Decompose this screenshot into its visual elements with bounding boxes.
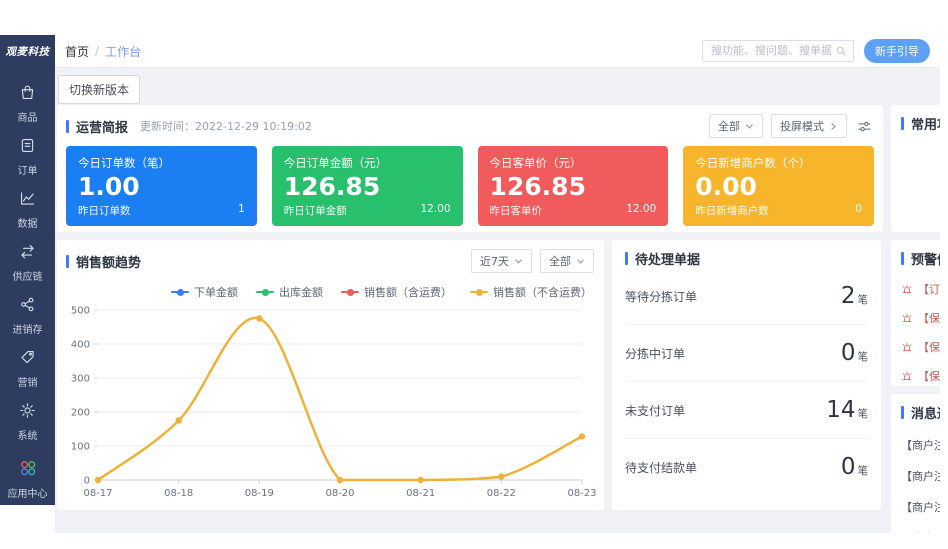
tune-filter-button[interactable] [855, 117, 874, 136]
tag-icon [18, 348, 37, 371]
chevron-right-icon [829, 122, 838, 131]
briefing-scope-select[interactable]: 全部 [709, 114, 763, 138]
sidebar-item-marketing[interactable]: 营销 [0, 348, 55, 401]
quick-functions-panel: 常用功能 [891, 105, 940, 232]
notice-item[interactable]: 【商户注册】 [901, 499, 940, 515]
briefing-panel: 运营简报 更新时间： 2022-12-29 10:19:02 全部 投屏模式 [57, 105, 883, 232]
svg-text:08-20: 08-20 [325, 488, 354, 499]
brand-logo: 观麦科技 [0, 35, 55, 68]
svg-text:08-18: 08-18 [164, 488, 193, 499]
topbar: 首页 / 工作台 新手引导 [55, 35, 940, 68]
pending-row-sorting[interactable]: 分拣中订单 0笔 [625, 325, 868, 382]
trend-range-select[interactable]: 近7天 [471, 249, 532, 273]
alert-item[interactable]: 【保质期 [901, 368, 940, 384]
sidebar-item-goods[interactable]: 商品 [0, 83, 55, 136]
svg-text:100: 100 [71, 442, 90, 453]
svg-text:08-22: 08-22 [487, 488, 516, 499]
pending-row-settlement[interactable]: 待支付结款单 0笔 [625, 439, 868, 495]
sidebar-item-orders[interactable]: 订单 [0, 136, 55, 189]
chevron-down-icon [576, 257, 585, 266]
sidebar-item-app-center[interactable]: 应用中心 [0, 458, 55, 500]
legend-item[interactable]: 销售额（含运费） [341, 284, 452, 300]
kpi-card-order-amount[interactable]: 今日订单金额（元） 126.85 昨日订单金额12.00 [272, 146, 463, 226]
chevron-down-icon [745, 122, 754, 131]
main-content: 切换新版本 运营简报 更新时间： 2022-12-29 10:19:02 全部 … [55, 68, 940, 533]
svg-text:08-17: 08-17 [83, 488, 112, 499]
sliders-icon [857, 119, 872, 134]
sidebar: 观麦科技 商品 订单 数据 供应链 进销存 [0, 35, 55, 505]
sidebar-nav: 商品 订单 数据 供应链 进销存 营销 [0, 83, 55, 454]
alarm-icon [901, 341, 913, 353]
notice-item[interactable]: 【商户注册】 [901, 530, 940, 533]
alert-item[interactable]: 【订单】 [901, 281, 940, 297]
notices-panel: 消息通知 【商户注册】 【商户注册】 【商户注册】 【商户注册】 [891, 394, 940, 533]
alarm-icon [901, 370, 913, 382]
notice-item[interactable]: 【商户注册】 [901, 437, 940, 453]
legend-marker-icon [256, 291, 274, 293]
notice-item[interactable]: 【商户注册】 [901, 468, 940, 484]
alarm-icon [901, 283, 913, 295]
notices-title: 消息通知 [901, 403, 940, 422]
briefing-title: 运营简报 [66, 117, 128, 136]
legend-item[interactable]: 销售额（不含运费） [470, 284, 592, 300]
sidebar-item-inventory[interactable]: 进销存 [0, 295, 55, 348]
topbar-right: 新手引导 [702, 39, 930, 63]
chevron-down-icon [514, 257, 523, 266]
chart-icon [18, 189, 37, 212]
svg-text:300: 300 [71, 374, 90, 385]
global-search[interactable] [702, 40, 854, 62]
alerts-panel: 预警信息 【订单】 【保质期 【保质期 【保质期 [891, 240, 940, 386]
bag-icon [18, 83, 37, 106]
pending-row-unpaid[interactable]: 未支付订单 14笔 [625, 382, 868, 439]
alert-item[interactable]: 【保质期 [901, 339, 940, 355]
update-time-label: 更新时间： [140, 118, 195, 134]
pending-title: 待处理单据 [625, 249, 868, 268]
svg-text:0: 0 [84, 476, 90, 487]
breadcrumb-separator: / [95, 44, 99, 58]
svg-text:08-21: 08-21 [406, 488, 435, 499]
app-center-icon [18, 458, 38, 482]
sales-trend-panel: 销售额趋势 近7天 全部 下单金额 出库金额 销售额（含运费） 销售额（不含运费） 0… [57, 240, 604, 510]
update-time-value: 2022-12-29 10:19:02 [195, 120, 312, 133]
breadcrumb-home[interactable]: 首页 [65, 43, 89, 60]
legend-item[interactable]: 出库金额 [256, 284, 323, 300]
svg-text:08-19: 08-19 [245, 488, 274, 499]
alarm-icon [901, 312, 913, 324]
sidebar-item-supply-chain[interactable]: 供应链 [0, 242, 55, 295]
cast-mode-button[interactable]: 投屏模式 [771, 114, 847, 138]
trend-scope-select[interactable]: 全部 [540, 249, 594, 273]
share-nodes-icon [18, 295, 37, 318]
pending-row-waiting-sort[interactable]: 等待分拣订单 2笔 [625, 268, 868, 325]
svg-text:08-23: 08-23 [567, 488, 596, 499]
search-input[interactable] [709, 44, 835, 58]
sidebar-item-data[interactable]: 数据 [0, 189, 55, 242]
legend-marker-icon [470, 291, 488, 293]
file-icon [18, 136, 37, 159]
legend-marker-icon [341, 291, 359, 293]
alert-item[interactable]: 【保质期 [901, 310, 940, 326]
chart-legend: 下单金额 出库金额 销售额（含运费） 销售额（不含运费） [66, 284, 598, 300]
kpi-card-orders[interactable]: 今日订单数（笔） 1.00 昨日订单数1 [66, 146, 257, 226]
quick-functions-title: 常用功能 [901, 114, 940, 133]
kpi-card-new-merchants[interactable]: 今日新增商户数（个） 0.00 昨日新增商户数0 [683, 146, 874, 226]
legend-marker-icon [171, 291, 189, 293]
gear-icon [18, 401, 37, 424]
pending-docs-panel: 待处理单据 等待分拣订单 2笔 分拣中订单 0笔 未支付订单 14笔 待支付结款… [612, 240, 881, 510]
guide-button[interactable]: 新手引导 [864, 39, 930, 63]
sidebar-item-system[interactable]: 系统 [0, 401, 55, 454]
breadcrumb-current: 工作台 [105, 43, 141, 60]
sales-trend-title: 销售额趋势 [66, 252, 141, 271]
dashboard-screen: 观麦科技 商品 订单 数据 供应链 进销存 [0, 0, 948, 549]
swap-arrows-icon [18, 242, 37, 265]
svg-text:500: 500 [71, 306, 90, 317]
alerts-title: 预警信息 [901, 249, 940, 268]
switch-version-button[interactable]: 切换新版本 [58, 75, 140, 104]
kpi-cards: 今日订单数（笔） 1.00 昨日订单数1 今日订单金额（元） 126.85 昨日… [66, 146, 874, 226]
svg-text:200: 200 [71, 408, 90, 419]
kpi-card-avg-order[interactable]: 今日客单价（元） 126.85 昨日客单价12.00 [478, 146, 669, 226]
search-icon[interactable] [835, 45, 847, 57]
legend-item[interactable]: 下单金额 [171, 284, 238, 300]
svg-text:400: 400 [71, 340, 90, 351]
trend-line-chart: 0 100 200 300 400 500 08-17 08-18 08-19 08-20 08-2… [66, 304, 598, 506]
